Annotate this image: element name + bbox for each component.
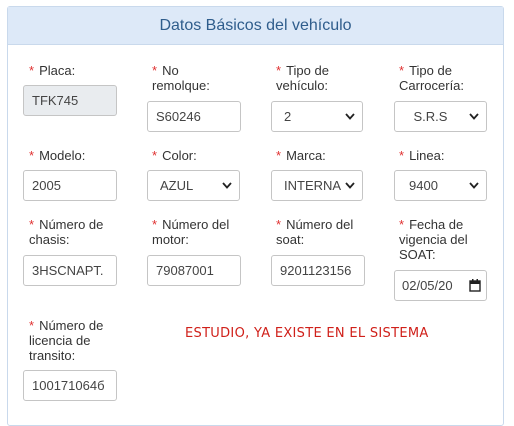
color-label: * Color: <box>152 148 197 163</box>
tipo-vehiculo-select[interactable]: 2 <box>271 101 363 132</box>
modelo-label: * Modelo: <box>29 148 86 163</box>
color-select[interactable]: AZUL <box>147 170 240 201</box>
vigencia-soat-label: * Fecha de vigencia del SOAT: <box>399 217 468 262</box>
remolque-input[interactable]: S60246 <box>147 101 241 132</box>
licencia-input[interactable]: 100171064б <box>23 370 117 401</box>
chasis-label: * Número de chasis: <box>29 217 104 247</box>
vigencia-soat-date-input[interactable]: 02/05/20 <box>394 270 487 301</box>
color-value: AZUL <box>160 178 194 193</box>
tipo-carroceria-value: S.R.S <box>413 109 448 124</box>
chevron-down-icon <box>469 182 479 189</box>
motor-input[interactable]: 79087001 <box>147 255 241 286</box>
motor-label: * Número del motor: <box>152 217 230 247</box>
placa-input: TFK745 <box>23 85 117 116</box>
tipo-vehiculo-label: * Tipo de vehículo: <box>276 63 329 93</box>
panel-title: Datos Básicos del vehículo <box>8 7 503 45</box>
linea-value: 9400 <box>409 178 438 193</box>
chevron-down-icon <box>469 113 479 120</box>
marca-value: INTERNA <box>284 178 342 193</box>
vigencia-soat-value: 02/05/20 <box>402 278 453 293</box>
soat-input[interactable]: 9201123156 <box>271 255 365 286</box>
chevron-down-icon <box>345 113 355 120</box>
calendar-icon[interactable] <box>469 279 481 292</box>
soat-label: * Número del soat: <box>276 217 354 247</box>
modelo-input[interactable]: 2005 <box>23 170 117 201</box>
placa-label: * Placa: <box>29 63 76 78</box>
chevron-down-icon <box>222 182 232 189</box>
existing-record-notice: ESTUDIO, YA EXISTE EN EL SISTEMA <box>185 326 429 341</box>
tipo-vehiculo-value: 2 <box>284 109 292 124</box>
chasis-input[interactable]: 3HSCNAPT. <box>23 255 117 286</box>
tipo-carroceria-label: * Tipo de Carrocería: <box>399 63 465 93</box>
tipo-carroceria-select[interactable]: S.R.S <box>394 101 487 132</box>
marca-select[interactable]: INTERNA <box>271 170 363 201</box>
linea-select[interactable]: 9400 <box>394 170 487 201</box>
marca-label: * Marca: <box>276 148 326 163</box>
chevron-down-icon <box>345 182 355 189</box>
licencia-label: * Número de licencia de transito: <box>29 318 104 363</box>
linea-label: * Linea: <box>399 148 445 163</box>
remolque-label: * No remolque: <box>152 63 210 93</box>
